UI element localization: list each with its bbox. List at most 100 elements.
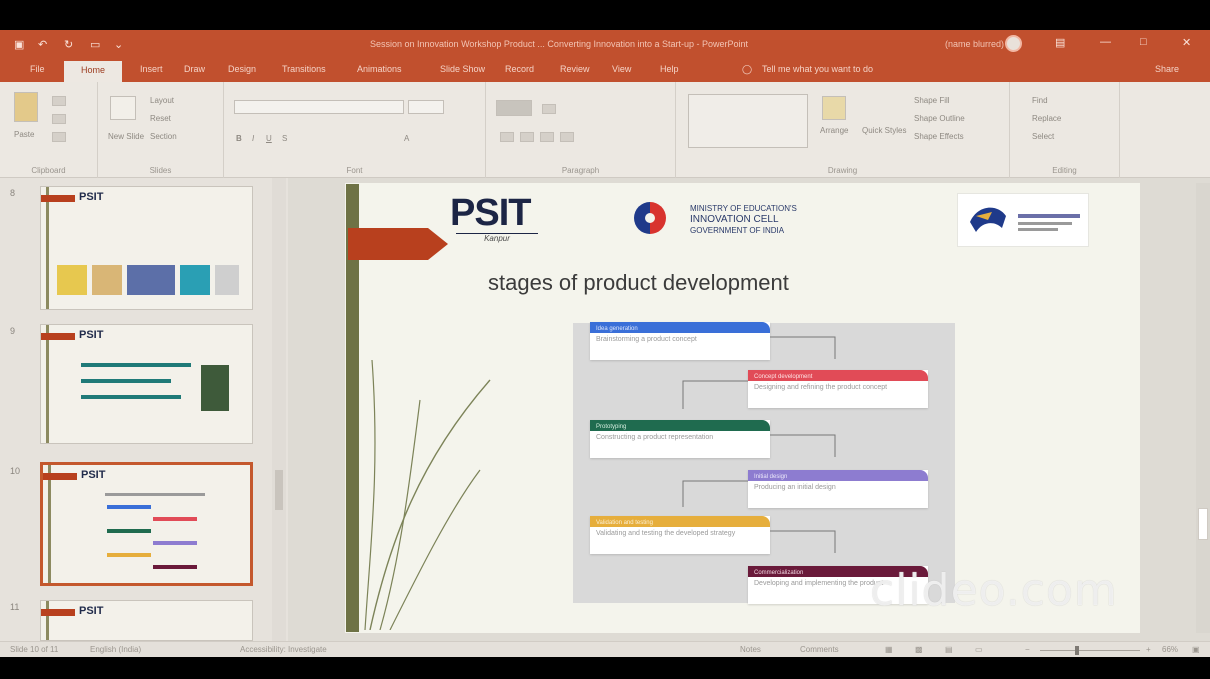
avatar[interactable] [1005,35,1022,52]
numbering-icon[interactable] [542,104,556,114]
ribbon-tab-row: File Home Insert Draw Design Transitions… [0,58,1210,82]
start-from-beginning-icon[interactable]: ▭ [90,38,100,51]
shape-fill-button[interactable]: Shape Fill [914,96,950,105]
slide-thumbnail[interactable]: PSIT [40,186,253,310]
paste-icon[interactable] [14,92,38,122]
font-name-select[interactable] [234,100,404,114]
arrange-icon[interactable] [822,96,846,120]
slide-scroll-thumb[interactable] [1198,508,1208,540]
find-button[interactable]: Find [1032,96,1048,105]
thumbnail-logo: PSIT [81,469,106,481]
tab-home[interactable]: Home [64,61,122,82]
font-color-icon[interactable]: A [404,134,409,143]
tell-me-search[interactable]: Tell me what you want to do [762,64,873,74]
layout-button[interactable]: Layout [150,96,174,105]
slide-sorter-icon[interactable]: ▩ [915,645,923,654]
tab-insert[interactable]: Insert [140,64,163,74]
ministry-logo [957,193,1089,247]
share-button[interactable]: Share [1155,64,1179,74]
fit-slide-icon[interactable]: ▣ [1192,645,1200,654]
new-slide-icon[interactable] [110,96,136,120]
shape-outline-button[interactable]: Shape Outline [914,114,965,123]
save-icon[interactable]: ▣ [14,38,24,51]
thumbnail-line [81,363,191,367]
arrange-button[interactable]: Arrange [820,126,848,135]
underline-icon[interactable]: U [266,134,272,143]
tab-record[interactable]: Record [505,64,534,74]
replace-button[interactable]: Replace [1032,114,1061,123]
zoom-in-icon[interactable]: + [1146,645,1151,654]
language-indicator[interactable]: English (India) [90,645,141,654]
maximize-icon[interactable]: □ [1140,36,1147,48]
slide-vertical-scrollbar[interactable] [1196,183,1210,633]
paragraph-group-label: Paragraph [561,166,600,175]
drawing-group-label: Drawing [827,166,858,175]
slide-thumbnail[interactable]: PSIT [40,324,253,444]
tab-slide-show[interactable]: Slide Show [440,64,485,74]
justify-icon[interactable] [560,132,574,142]
shadow-icon[interactable]: S [282,134,287,143]
section-button[interactable]: Section [150,132,177,141]
comments-button[interactable]: Comments [800,645,839,654]
thumbnail-number: 8 [10,188,16,198]
shapes-gallery[interactable] [688,94,808,148]
tab-help[interactable]: Help [660,64,679,74]
notes-button[interactable]: Notes [740,645,761,654]
font-group: B I U S A Font [224,82,486,178]
tab-file[interactable]: File [30,64,45,74]
ribbon-display-options-icon[interactable]: ▤ [1055,36,1065,49]
quick-styles-button[interactable]: Quick Styles [862,126,906,135]
clideo-watermark: clideo.com [870,565,1118,616]
thumbnail-sidebar [46,325,49,443]
tab-design[interactable]: Design [228,64,256,74]
copy-icon[interactable] [52,114,66,124]
zoom-out-icon[interactable]: − [1025,645,1030,654]
tab-animations[interactable]: Animations [357,64,402,74]
bold-icon[interactable]: B [236,134,242,143]
reset-button[interactable]: Reset [150,114,171,123]
accessibility-indicator[interactable]: Accessibility: Investigate [240,645,327,654]
slideshow-icon[interactable]: ▭ [975,645,983,654]
mic-line-2: INNOVATION CELL [690,214,779,225]
normal-view-icon[interactable]: ▦ [885,645,893,654]
format-painter-icon[interactable] [52,132,66,142]
thumbnail-pane-scrollbar[interactable] [272,178,286,641]
thumbnail-logo: PSIT [79,191,104,203]
psit-logo-subtitle: Kanpur [456,233,538,245]
align-right-icon[interactable] [540,132,554,142]
clipboard-group: Paste Clipboard [0,82,98,178]
thumbnail-pane-scroll-thumb[interactable] [275,470,283,510]
reading-view-icon[interactable]: ▤ [945,645,953,654]
tab-view[interactable]: View [612,64,631,74]
align-center-icon[interactable] [520,132,534,142]
undo-icon[interactable]: ↶ [38,38,47,51]
italic-icon[interactable]: I [252,134,254,143]
slide-thumbnail-selected[interactable]: PSIT [40,462,253,586]
redo-icon[interactable]: ↻ [64,38,73,51]
bullets-icon[interactable] [496,100,532,116]
slide-title[interactable]: stages of product development [488,270,789,296]
shape-effects-button[interactable]: Shape Effects [914,132,964,141]
tab-transitions[interactable]: Transitions [282,64,326,74]
new-slide-button[interactable]: New Slide [108,132,144,141]
thumbnail-sidebar [46,601,49,640]
mic-line-1: MINISTRY OF EDUCATION'S [690,204,797,213]
minimize-icon[interactable]: — [1100,36,1111,48]
thumbnail-number: 9 [10,326,16,336]
paste-button[interactable]: Paste [14,130,34,139]
select-button[interactable]: Select [1032,132,1054,141]
tab-draw[interactable]: Draw [184,64,205,74]
thumbnail-arrow [43,473,77,480]
close-icon[interactable]: ✕ [1182,36,1191,49]
font-size-select[interactable] [408,100,444,114]
zoom-slider[interactable] [1040,650,1140,651]
slide-thumbnail[interactable]: PSIT [40,600,253,641]
customize-quick-access-icon[interactable]: ⌄ [114,38,123,51]
zoom-level[interactable]: 66% [1162,645,1178,654]
align-left-icon[interactable] [500,132,514,142]
thumbnail-stage-bar [153,517,197,521]
video-letterbox-top [0,0,1210,30]
cut-icon[interactable] [52,96,66,106]
zoom-slider-handle[interactable] [1075,646,1079,655]
tab-review[interactable]: Review [560,64,590,74]
